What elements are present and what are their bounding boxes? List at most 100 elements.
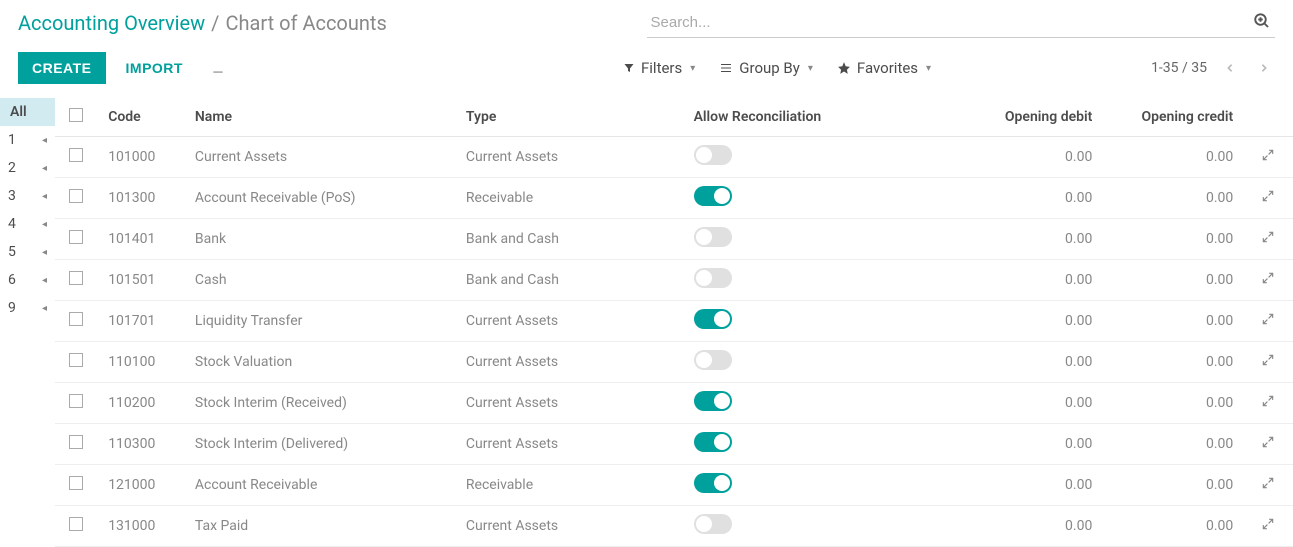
- cell-reconcile: [682, 506, 964, 547]
- sidebar-item-2[interactable]: 2◂: [0, 154, 55, 182]
- sidebar-item-3[interactable]: 3◂: [0, 182, 55, 210]
- chevron-down-icon: ▾: [808, 63, 813, 74]
- cell-reconcile: [682, 465, 964, 506]
- reconcile-toggle[interactable]: [694, 432, 732, 452]
- reconcile-toggle[interactable]: [694, 473, 732, 493]
- cell-type: Receivable: [454, 178, 682, 219]
- reconcile-toggle[interactable]: [694, 268, 732, 288]
- expand-icon[interactable]: [1261, 189, 1275, 203]
- import-button[interactable]: IMPORT: [120, 52, 189, 84]
- sidebar-item-5[interactable]: 5◂: [0, 238, 55, 266]
- create-button[interactable]: CREATE: [18, 52, 106, 84]
- cell-code: 101300: [96, 178, 183, 219]
- expand-icon[interactable]: [1261, 271, 1275, 285]
- row-checkbox[interactable]: [69, 312, 83, 326]
- pager-prev-button[interactable]: [1219, 57, 1241, 79]
- reconcile-toggle[interactable]: [694, 514, 732, 534]
- expand-icon[interactable]: [1261, 353, 1275, 367]
- table-row[interactable]: 110100Stock ValuationCurrent Assets0.000…: [55, 342, 1293, 383]
- cell-reconcile: [682, 260, 964, 301]
- row-checkbox[interactable]: [69, 517, 83, 531]
- search-icon[interactable]: [1253, 12, 1271, 30]
- table-row[interactable]: 101000Current AssetsCurrent Assets0.000.…: [55, 137, 1293, 178]
- column-header-code[interactable]: Code: [96, 98, 183, 137]
- groupby-dropdown[interactable]: Group By ▾: [719, 59, 813, 77]
- caret-left-icon: ◂: [42, 135, 47, 146]
- expand-icon[interactable]: [1261, 517, 1275, 531]
- cell-name: Current Assets: [183, 137, 454, 178]
- sidebar-item-1[interactable]: 1◂: [0, 126, 55, 154]
- caret-left-icon: ◂: [42, 163, 47, 174]
- cell-credit: 0.00: [1104, 465, 1245, 506]
- cell-credit: 0.00: [1104, 506, 1245, 547]
- table-row[interactable]: 110300Stock Interim (Delivered)Current A…: [55, 424, 1293, 465]
- sidebar-item-4[interactable]: 4◂: [0, 210, 55, 238]
- cell-reconcile: [682, 424, 964, 465]
- sidebar-item-label: 6: [8, 272, 16, 288]
- sidebar-item-all[interactable]: All: [0, 98, 55, 126]
- reconcile-toggle[interactable]: [694, 309, 732, 329]
- sidebar-item-label: 5: [8, 244, 16, 260]
- cell-debit: 0.00: [963, 506, 1104, 547]
- row-checkbox[interactable]: [69, 271, 83, 285]
- column-header-name[interactable]: Name: [183, 98, 454, 137]
- reconcile-toggle[interactable]: [694, 227, 732, 247]
- expand-icon[interactable]: [1261, 476, 1275, 490]
- row-checkbox[interactable]: [69, 148, 83, 162]
- table-row[interactable]: 101401BankBank and Cash0.000.00: [55, 219, 1293, 260]
- cell-code: 101701: [96, 301, 183, 342]
- cell-debit: 0.00: [963, 178, 1104, 219]
- sidebar: All 1◂2◂3◂4◂5◂6◂9◂: [0, 98, 55, 547]
- cell-credit: 0.00: [1104, 383, 1245, 424]
- table-row[interactable]: 110200Stock Interim (Received)Current As…: [55, 383, 1293, 424]
- cell-reconcile: [682, 178, 964, 219]
- row-checkbox[interactable]: [69, 230, 83, 244]
- cell-credit: 0.00: [1104, 178, 1245, 219]
- cell-credit: 0.00: [1104, 342, 1245, 383]
- table-row[interactable]: 101300Account Receivable (PoS)Receivable…: [55, 178, 1293, 219]
- cell-code: 110300: [96, 424, 183, 465]
- column-header-opening-debit[interactable]: Opening debit: [963, 98, 1104, 137]
- search-input[interactable]: [647, 8, 1276, 38]
- select-all-checkbox[interactable]: [69, 108, 83, 122]
- row-checkbox[interactable]: [69, 394, 83, 408]
- row-checkbox[interactable]: [69, 189, 83, 203]
- column-header-type[interactable]: Type: [454, 98, 682, 137]
- expand-icon[interactable]: [1261, 148, 1275, 162]
- cell-type: Receivable: [454, 465, 682, 506]
- sidebar-item-label: 1: [8, 132, 16, 148]
- reconcile-toggle[interactable]: [694, 350, 732, 370]
- breadcrumb-parent-link[interactable]: Accounting Overview: [18, 11, 205, 35]
- reconcile-toggle[interactable]: [694, 391, 732, 411]
- row-checkbox[interactable]: [69, 476, 83, 490]
- column-header-reconciliation[interactable]: Allow Reconciliation: [682, 98, 964, 137]
- favorites-label: Favorites: [857, 59, 918, 77]
- filters-dropdown[interactable]: Filters ▾: [623, 59, 695, 77]
- sidebar-item-6[interactable]: 6◂: [0, 266, 55, 294]
- sidebar-item-9[interactable]: 9◂: [0, 294, 55, 322]
- cell-debit: 0.00: [963, 260, 1104, 301]
- reconcile-toggle[interactable]: [694, 145, 732, 165]
- sidebar-item-label: 3: [8, 188, 16, 204]
- row-checkbox[interactable]: [69, 353, 83, 367]
- cell-name: Account Receivable: [183, 465, 454, 506]
- download-button[interactable]: [203, 55, 233, 81]
- row-checkbox[interactable]: [69, 435, 83, 449]
- cell-type: Current Assets: [454, 342, 682, 383]
- pager-next-button[interactable]: [1253, 57, 1275, 79]
- expand-icon[interactable]: [1261, 394, 1275, 408]
- funnel-icon: [623, 62, 635, 74]
- expand-icon[interactable]: [1261, 230, 1275, 244]
- expand-icon[interactable]: [1261, 312, 1275, 326]
- column-header-opening-credit[interactable]: Opening credit: [1104, 98, 1245, 137]
- table-row[interactable]: 101501CashBank and Cash0.000.00: [55, 260, 1293, 301]
- cell-type: Bank and Cash: [454, 260, 682, 301]
- reconcile-toggle[interactable]: [694, 186, 732, 206]
- cell-credit: 0.00: [1104, 260, 1245, 301]
- table-row[interactable]: 101701Liquidity TransferCurrent Assets0.…: [55, 301, 1293, 342]
- favorites-dropdown[interactable]: Favorites ▾: [837, 59, 931, 77]
- table-row[interactable]: 131000Tax PaidCurrent Assets0.000.00: [55, 506, 1293, 547]
- cell-type: Current Assets: [454, 424, 682, 465]
- table-row[interactable]: 121000Account ReceivableReceivable0.000.…: [55, 465, 1293, 506]
- expand-icon[interactable]: [1261, 435, 1275, 449]
